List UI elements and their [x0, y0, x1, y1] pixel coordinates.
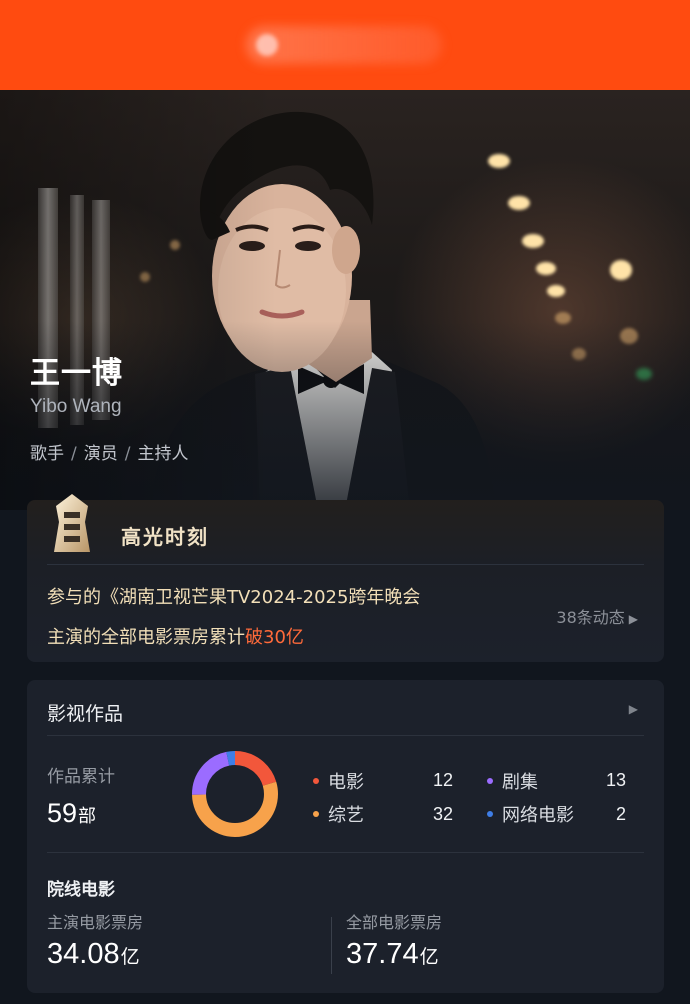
role-separator: / [71, 444, 77, 464]
divider [47, 564, 644, 565]
works-donut-chart [192, 751, 278, 837]
total-box-office-number: 37.74 [346, 938, 419, 970]
legend-series: 剧集 [487, 768, 538, 794]
legend-label: 网络电影 [502, 805, 574, 826]
top-bar [0, 0, 690, 90]
total-box-office-value: 37.74亿 [346, 938, 439, 971]
highlight-title: 高光时刻 [121, 525, 209, 549]
vertical-divider [331, 917, 332, 974]
legend-dot [487, 778, 493, 784]
more-updates-label: 38条动态 [556, 608, 625, 627]
legend-variety: 综艺 [313, 801, 364, 827]
legend-label: 综艺 [328, 805, 364, 826]
divider [47, 735, 644, 736]
highlight-emphasis: 破30亿 [245, 627, 304, 648]
works-title[interactable]: 影视作品 [47, 699, 123, 726]
legend-dot [313, 811, 319, 817]
legend-label: 剧集 [502, 772, 538, 793]
highlight-text: 主演的全部电影票房累计 [47, 627, 245, 648]
total-works-value: 59部 [47, 798, 96, 829]
lead-box-office-unit: 亿 [120, 946, 140, 968]
legend-web-movie: 网络电影 [487, 801, 574, 827]
role-host: 主持人 [137, 444, 189, 464]
legend-movie: 电影 [313, 768, 364, 794]
legend-label: 电影 [328, 772, 364, 793]
lead-box-office-value: 34.08亿 [47, 938, 140, 971]
highlight-card[interactable]: 高光时刻 参与的《湖南卫视芒果TV2024-2025跨年晚会 主演的全部电影票房… [27, 494, 664, 662]
total-works-label: 作品累计 [47, 767, 115, 787]
legend-dot [487, 811, 493, 817]
total-works-number: 59 [47, 798, 78, 828]
total-box-office-label: 全部电影票房 [346, 913, 443, 932]
profile-hero: 王一博 Yibo Wang 歌手 / 演员 / 主持人 [0, 90, 690, 510]
role-separator: / [124, 444, 131, 464]
legend-value: 2 [615, 804, 626, 824]
cinema-films-title: 院线电影 [47, 880, 115, 900]
total-box-office-unit: 亿 [419, 946, 439, 968]
artist-name: 王一博 [30, 356, 123, 391]
role-actor: 演员 [83, 444, 118, 464]
logo-icon [256, 34, 278, 56]
role-singer: 歌手 [30, 444, 64, 464]
artist-roles: 歌手 / 演员 / 主持人 [30, 439, 188, 464]
more-updates-link[interactable]: 38条动态 ▶ [556, 604, 638, 628]
trophy-icon [54, 494, 90, 552]
artist-name-english: Yibo Wang [30, 396, 122, 417]
highlight-item[interactable]: 主演的全部电影票房累计破30亿 [47, 623, 304, 649]
total-works-unit: 部 [78, 806, 97, 827]
chevron-right-icon[interactable]: ▶ [629, 702, 638, 716]
legend-value: 13 [605, 770, 626, 790]
legend-dot [313, 778, 319, 784]
legend-value: 12 [432, 770, 453, 790]
works-card: 影视作品 ▶ 作品累计 59部 电影 12 剧集 13 综艺 32 网络电影 2… [27, 680, 664, 993]
lead-box-office-number: 34.08 [47, 938, 120, 970]
chevron-right-icon: ▶ [628, 612, 638, 626]
divider [47, 852, 644, 853]
highlight-item[interactable]: 参与的《湖南卫视芒果TV2024-2025跨年晚会 [47, 583, 420, 609]
lead-box-office-label: 主演电影票房 [47, 913, 144, 932]
legend-value: 32 [432, 804, 453, 824]
